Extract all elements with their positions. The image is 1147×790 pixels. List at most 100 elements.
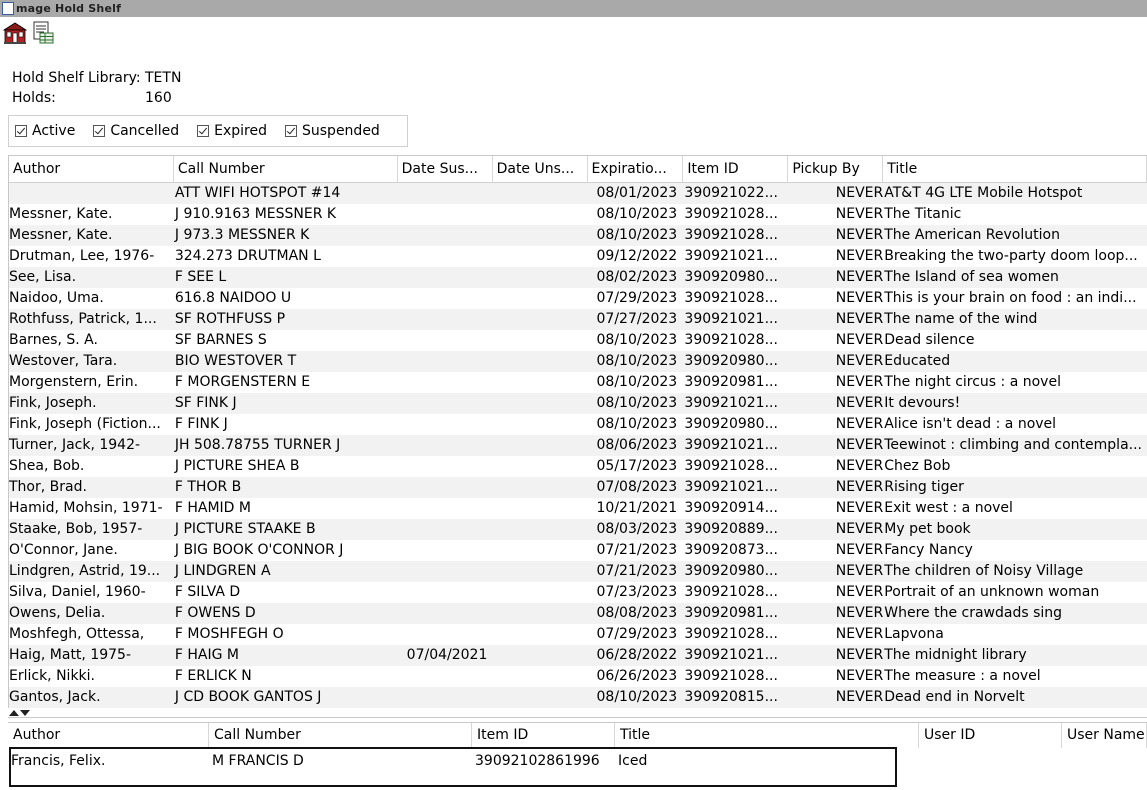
detail-header-call-number[interactable]: Call Number bbox=[209, 723, 472, 748]
cell-call-number: F FINK J bbox=[174, 416, 228, 432]
cell-pickup-by: NEVER bbox=[835, 668, 884, 684]
cell-date-suspended bbox=[398, 603, 493, 624]
detail-header-author[interactable]: Author bbox=[8, 723, 209, 748]
cell-author: Messner, Kate. bbox=[9, 206, 113, 222]
window-icon bbox=[2, 2, 14, 15]
detail-header-user-id[interactable]: User ID bbox=[919, 723, 1062, 748]
table-row[interactable]: Fink, Joseph (Fiction... F FINK J 08/10/20… bbox=[9, 414, 1147, 435]
filter-active[interactable]: Active bbox=[15, 123, 75, 139]
detail-item-id: 39092102861996 bbox=[475, 753, 600, 769]
table-row[interactable]: Lindgren, Astrid, 19... J LINDGREN A 07/21… bbox=[9, 561, 1147, 582]
selected-row[interactable]: Francis, Felix. M FRANCIS D 390921028619… bbox=[9, 747, 897, 787]
table-row[interactable]: Westover, Tara. BIO WESTOVER T 08/10/2023 3… bbox=[9, 351, 1147, 372]
cancelled-checkbox[interactable] bbox=[93, 125, 106, 137]
table-row[interactable]: Rothfuss, Patrick, 1... SF ROTHFUSS P 07/2… bbox=[9, 309, 1147, 330]
detail-header-title[interactable]: Title bbox=[615, 723, 919, 748]
cell-date-unsuspended bbox=[493, 372, 588, 393]
cell-date-suspended bbox=[398, 582, 493, 603]
column-header-date-unsuspended[interactable]: Date Uns... bbox=[493, 156, 588, 182]
cell-pickup-by: NEVER bbox=[835, 185, 884, 201]
arrow-up-icon[interactable] bbox=[9, 710, 19, 716]
cell-date-unsuspended bbox=[493, 267, 588, 288]
cell-pickup-by: NEVER bbox=[835, 269, 884, 285]
column-header-title[interactable]: Title bbox=[883, 156, 1147, 182]
cell-item-id: 390921021... bbox=[684, 395, 778, 411]
cell-expiration: 08/10/2023 bbox=[596, 353, 678, 369]
cell-pickup-by: NEVER bbox=[835, 584, 884, 600]
cell-author: Thor, Brad. bbox=[9, 479, 87, 495]
filter-expired[interactable]: Expired bbox=[197, 123, 267, 139]
table-row[interactable]: Messner, Kate. J 973.3 MESSNER K 08/10/202… bbox=[9, 225, 1147, 246]
table-row[interactable]: Staake, Bob, 1957- J PICTURE STAAKE B 08/0… bbox=[9, 519, 1147, 540]
filter-cancelled[interactable]: Cancelled bbox=[93, 123, 179, 139]
table-row[interactable]: Messner, Kate. J 910.9163 MESSNER K 08/10/… bbox=[9, 204, 1147, 225]
cell-call-number: JH 508.78755 TURNER J bbox=[174, 437, 341, 453]
cell-item-id: 390921021... bbox=[684, 479, 778, 495]
cell-date-unsuspended bbox=[493, 540, 588, 561]
table-row[interactable]: Thor, Brad. F THOR B 07/08/2023 390921021..… bbox=[9, 477, 1147, 498]
cell-call-number: SF ROTHFUSS P bbox=[174, 311, 286, 327]
table-row[interactable]: Barnes, S. A. SF BARNES S 08/10/2023 390921… bbox=[9, 330, 1147, 351]
table-row[interactable]: Morgenstern, Erin. F MORGENSTERN E 08/10/2… bbox=[9, 372, 1147, 393]
table-row[interactable]: ATT WIFI HOTSPOT #14 08/01/2023 390921022.… bbox=[9, 183, 1147, 204]
cell-title: The Titanic bbox=[884, 206, 962, 222]
cell-call-number: J 910.9163 MESSNER K bbox=[174, 206, 337, 222]
expired-checkbox[interactable] bbox=[197, 125, 210, 137]
cell-call-number: F HAIG M bbox=[174, 647, 239, 663]
arrow-down-icon[interactable] bbox=[20, 710, 30, 716]
detail-header-user-name[interactable]: User Name bbox=[1062, 723, 1147, 748]
column-header-call-number[interactable]: Call Number bbox=[174, 156, 398, 182]
cell-pickup-by: NEVER bbox=[835, 206, 884, 222]
cell-title: This is your brain on food : an indi... bbox=[884, 290, 1137, 306]
hold-list-icon[interactable] bbox=[31, 21, 55, 45]
holds-label: Holds: bbox=[12, 90, 56, 106]
table-row[interactable]: Fink, Joseph. SF FINK J 08/10/2023 39092102… bbox=[9, 393, 1147, 414]
cell-call-number: ATT WIFI HOTSPOT #14 bbox=[174, 185, 341, 201]
cell-author: Owens, Delia. bbox=[9, 605, 106, 621]
column-header-expiration[interactable]: Expiratio... bbox=[588, 156, 684, 182]
cell-author: Messner, Kate. bbox=[9, 227, 113, 243]
cell-pickup-by: NEVER bbox=[835, 395, 884, 411]
cell-title: The American Revolution bbox=[884, 227, 1060, 243]
cell-date-unsuspended bbox=[493, 477, 588, 498]
cell-author: Morgenstern, Erin. bbox=[9, 374, 139, 390]
column-header-item-id[interactable]: Item ID bbox=[683, 156, 789, 182]
table-row[interactable]: Gantos, Jack. J CD BOOK GANTOS J 08/10/202… bbox=[9, 687, 1147, 708]
table-row[interactable]: Drutman, Lee, 1976- 324.273 DRUTMAN L 09/1… bbox=[9, 246, 1147, 267]
table-row[interactable]: Owens, Delia. F OWENS D 08/08/2023 39092098… bbox=[9, 603, 1147, 624]
table-row[interactable]: Hamid, Mohsin, 1971- F HAMID M 10/21/2021 3… bbox=[9, 498, 1147, 519]
library-value: TETN bbox=[145, 70, 182, 86]
cell-pickup-by: NEVER bbox=[835, 563, 884, 579]
table-row[interactable]: Naidoo, Uma. 616.8 NAIDOO U 07/29/2023 3909… bbox=[9, 288, 1147, 309]
column-header-author[interactable]: Author bbox=[9, 156, 174, 182]
cell-pickup-by: NEVER bbox=[835, 458, 884, 474]
cell-pickup-by: NEVER bbox=[835, 689, 884, 705]
table-row[interactable]: Erlick, Nikki. F ERLICK N 06/26/2023 390921… bbox=[9, 666, 1147, 687]
cell-title: The night circus : a novel bbox=[884, 374, 1061, 390]
cell-expiration: 07/29/2023 bbox=[596, 626, 678, 642]
cell-author: Moshfegh, Ottessa, bbox=[9, 626, 145, 642]
filter-suspended[interactable]: Suspended bbox=[285, 123, 380, 139]
table-row[interactable]: Turner, Jack, 1942- JH 508.78755 TURNER J… bbox=[9, 435, 1147, 456]
column-header-pickup-by[interactable]: Pickup By bbox=[788, 156, 884, 182]
table-row[interactable]: Moshfegh, Ottessa, F MOSHFEGH O 07/29/2023… bbox=[9, 624, 1147, 645]
cell-item-id: 390921028... bbox=[684, 668, 778, 684]
column-header-date-suspended[interactable]: Date Sus... bbox=[398, 156, 493, 182]
cell-pickup-by: NEVER bbox=[835, 605, 884, 621]
suspended-checkbox[interactable] bbox=[285, 125, 297, 137]
active-checkbox[interactable] bbox=[15, 125, 27, 137]
cell-expiration: 08/02/2023 bbox=[596, 269, 678, 285]
table-row[interactable]: Haig, Matt, 1975- F HAIG M 07/04/2021 06/28… bbox=[9, 645, 1147, 666]
table-row[interactable]: Silva, Daniel, 1960- F SILVA D 07/23/2023 3… bbox=[9, 582, 1147, 603]
table-row[interactable]: Shea, Bob. J PICTURE SHEA B 05/17/2023 3909… bbox=[9, 456, 1147, 477]
pane-splitter[interactable] bbox=[8, 709, 1147, 718]
cell-date-suspended bbox=[398, 666, 493, 687]
library-building-icon[interactable] bbox=[2, 21, 28, 45]
table-row[interactable]: O'Connor, Jane. J BIG BOOK O'CONNOR J 07/2… bbox=[9, 540, 1147, 561]
cell-call-number: J LINDGREN A bbox=[174, 563, 271, 579]
detail-header-item-id[interactable]: Item ID bbox=[472, 723, 615, 748]
table-row[interactable]: See, Lisa. F SEE L 08/02/2023 390920980... N… bbox=[9, 267, 1147, 288]
detail-call-number: M FRANCIS D bbox=[212, 753, 304, 769]
cell-call-number: J BIG BOOK O'CONNOR J bbox=[174, 542, 344, 558]
cell-date-suspended bbox=[398, 309, 493, 330]
